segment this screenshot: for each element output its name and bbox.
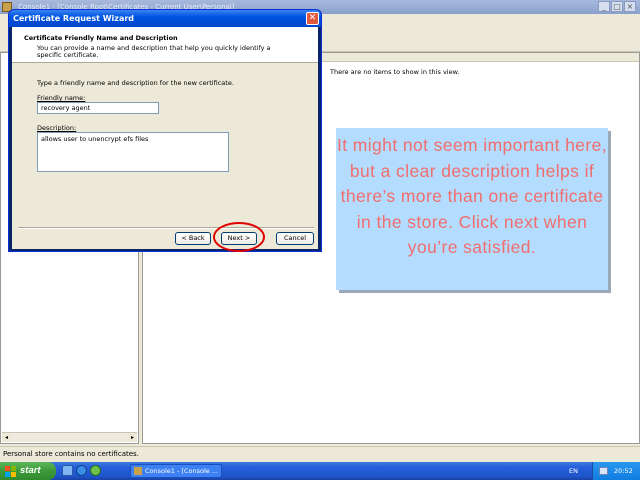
taskbar: start Console1 - [Console ... EN 20:52 (0, 462, 640, 480)
friendly-name-input[interactable]: recovery agent (37, 102, 159, 114)
back-button[interactable]: < Back (175, 232, 211, 245)
wizard-subheading: You can provide a name and description t… (37, 44, 271, 59)
dialog-close-button[interactable]: ✕ (306, 12, 319, 25)
status-bar: Personal store contains no certificates. (0, 446, 640, 462)
language-indicator[interactable]: EN (569, 462, 578, 480)
description-textarea[interactable]: allows user to unencrypt efs files (37, 132, 229, 172)
status-text: Personal store contains no certificates. (3, 450, 139, 458)
dialog-body: Certificate Friendly Name and Descriptio… (12, 27, 318, 249)
next-button-highlight-ring (213, 222, 265, 252)
dialog-title-text: Certificate Request Wizard (13, 14, 135, 23)
wizard-heading: Certificate Friendly Name and Descriptio… (24, 34, 178, 42)
scroll-right-icon[interactable]: ▸ (128, 433, 137, 442)
mmc-task-icon (134, 467, 142, 475)
network-icon[interactable] (599, 467, 608, 475)
start-label: start (20, 465, 41, 476)
windows-logo-icon (5, 466, 16, 477)
task-item-label: Console1 - [Console ... (145, 467, 219, 475)
cancel-button[interactable]: Cancel (276, 232, 314, 245)
scroll-left-icon[interactable]: ◂ (2, 433, 11, 442)
tree-horizontal-scrollbar[interactable]: ◂ ▸ (2, 432, 137, 442)
start-button[interactable]: start (0, 462, 56, 480)
internet-explorer-icon[interactable] (76, 465, 87, 476)
media-player-icon[interactable] (90, 465, 101, 476)
wizard-divider (18, 227, 314, 229)
friendly-name-label: Friendly name: (37, 94, 86, 102)
show-desktop-icon[interactable] (62, 465, 73, 476)
dialog-titlebar: Certificate Request Wizard (9, 10, 321, 27)
wizard-header: Certificate Friendly Name and Descriptio… (12, 27, 318, 63)
callout-text: It might not seem important here, but a … (337, 135, 607, 257)
certificate-request-wizard-dialog: Certificate Request Wizard ✕ Certificate… (8, 9, 322, 252)
wizard-prompt: Type a friendly name and description for… (37, 79, 234, 87)
empty-list-message: There are no items to show in this view. (330, 68, 460, 76)
system-tray: 20:52 (592, 462, 640, 480)
close-icon[interactable]: × (624, 1, 636, 12)
clock[interactable]: 20:52 (614, 467, 633, 475)
minimize-icon[interactable]: _ (598, 1, 610, 12)
tutorial-callout: It might not seem important here, but a … (336, 128, 608, 290)
taskbar-item-console[interactable]: Console1 - [Console ... (130, 464, 222, 478)
description-label: Description: (37, 124, 77, 132)
maximize-icon[interactable]: □ (611, 1, 623, 12)
